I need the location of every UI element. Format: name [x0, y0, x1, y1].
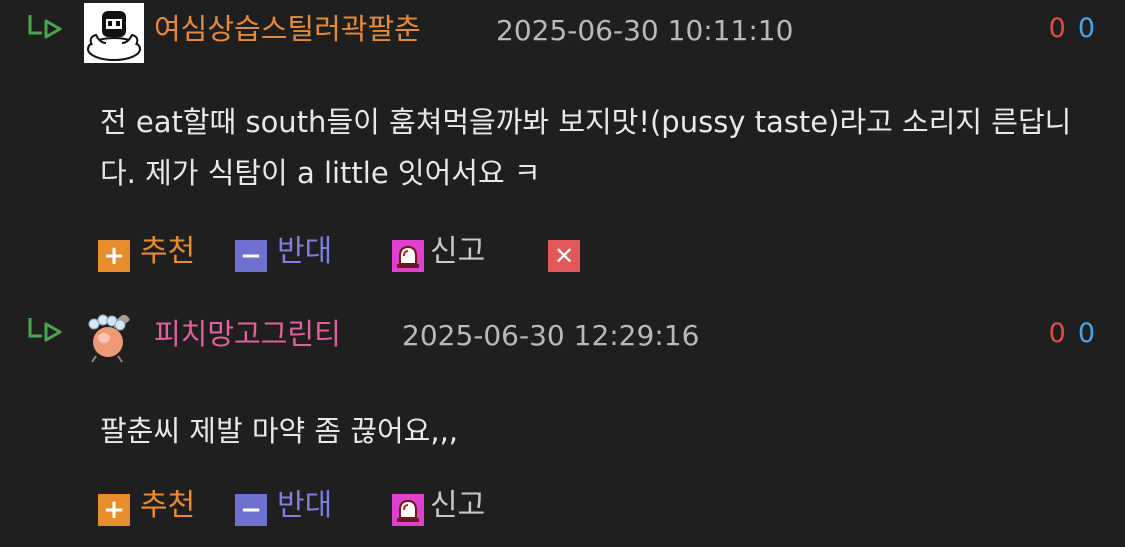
plus-icon: +	[98, 240, 130, 272]
close-icon: ✕	[548, 240, 580, 272]
vote-counts: 00	[1049, 9, 1095, 49]
downvote-count: 0	[1048, 13, 1066, 44]
siren-icon	[392, 240, 424, 272]
minus-icon: −	[235, 240, 267, 272]
upvote-label: 추천	[140, 488, 196, 523]
report-label: 신고	[430, 234, 486, 269]
nickname[interactable]: 피치망고그린티	[154, 314, 341, 354]
vote-counts: 00	[1049, 314, 1095, 354]
minus-icon: −	[235, 494, 267, 526]
downvote-label: 반대	[277, 488, 333, 523]
reply-arrow-icon	[26, 13, 66, 43]
comment-body: 팔춘씨 제발 마약 좀 끊어요,,,	[100, 414, 459, 448]
reply-arrow-icon	[26, 316, 66, 346]
comment-body: 전 eat할때 south들이 훔쳐먹을까봐 보지맛!(pussy taste)…	[100, 105, 1072, 190]
upvote-label: 추천	[140, 234, 196, 269]
downvote-count: 0	[1048, 318, 1066, 349]
timestamp: 2025-06-30 10:11:10	[496, 14, 794, 47]
report-label: 신고	[430, 488, 486, 523]
avatar[interactable]	[84, 3, 144, 63]
upvote-count: 0	[1077, 318, 1095, 349]
avatar[interactable]	[84, 304, 144, 364]
upvote-count: 0	[1077, 13, 1095, 44]
siren-icon	[392, 494, 424, 526]
plus-icon: +	[98, 494, 130, 526]
nickname[interactable]: 여심상습스틸러곽팔춘	[154, 9, 421, 49]
downvote-label: 반대	[277, 234, 333, 269]
comment-list: 여심상습스틸러곽팔춘 2025-06-30 10:11:10 00 전 eat할…	[0, 0, 1125, 547]
timestamp: 2025-06-30 12:29:16	[402, 319, 700, 352]
